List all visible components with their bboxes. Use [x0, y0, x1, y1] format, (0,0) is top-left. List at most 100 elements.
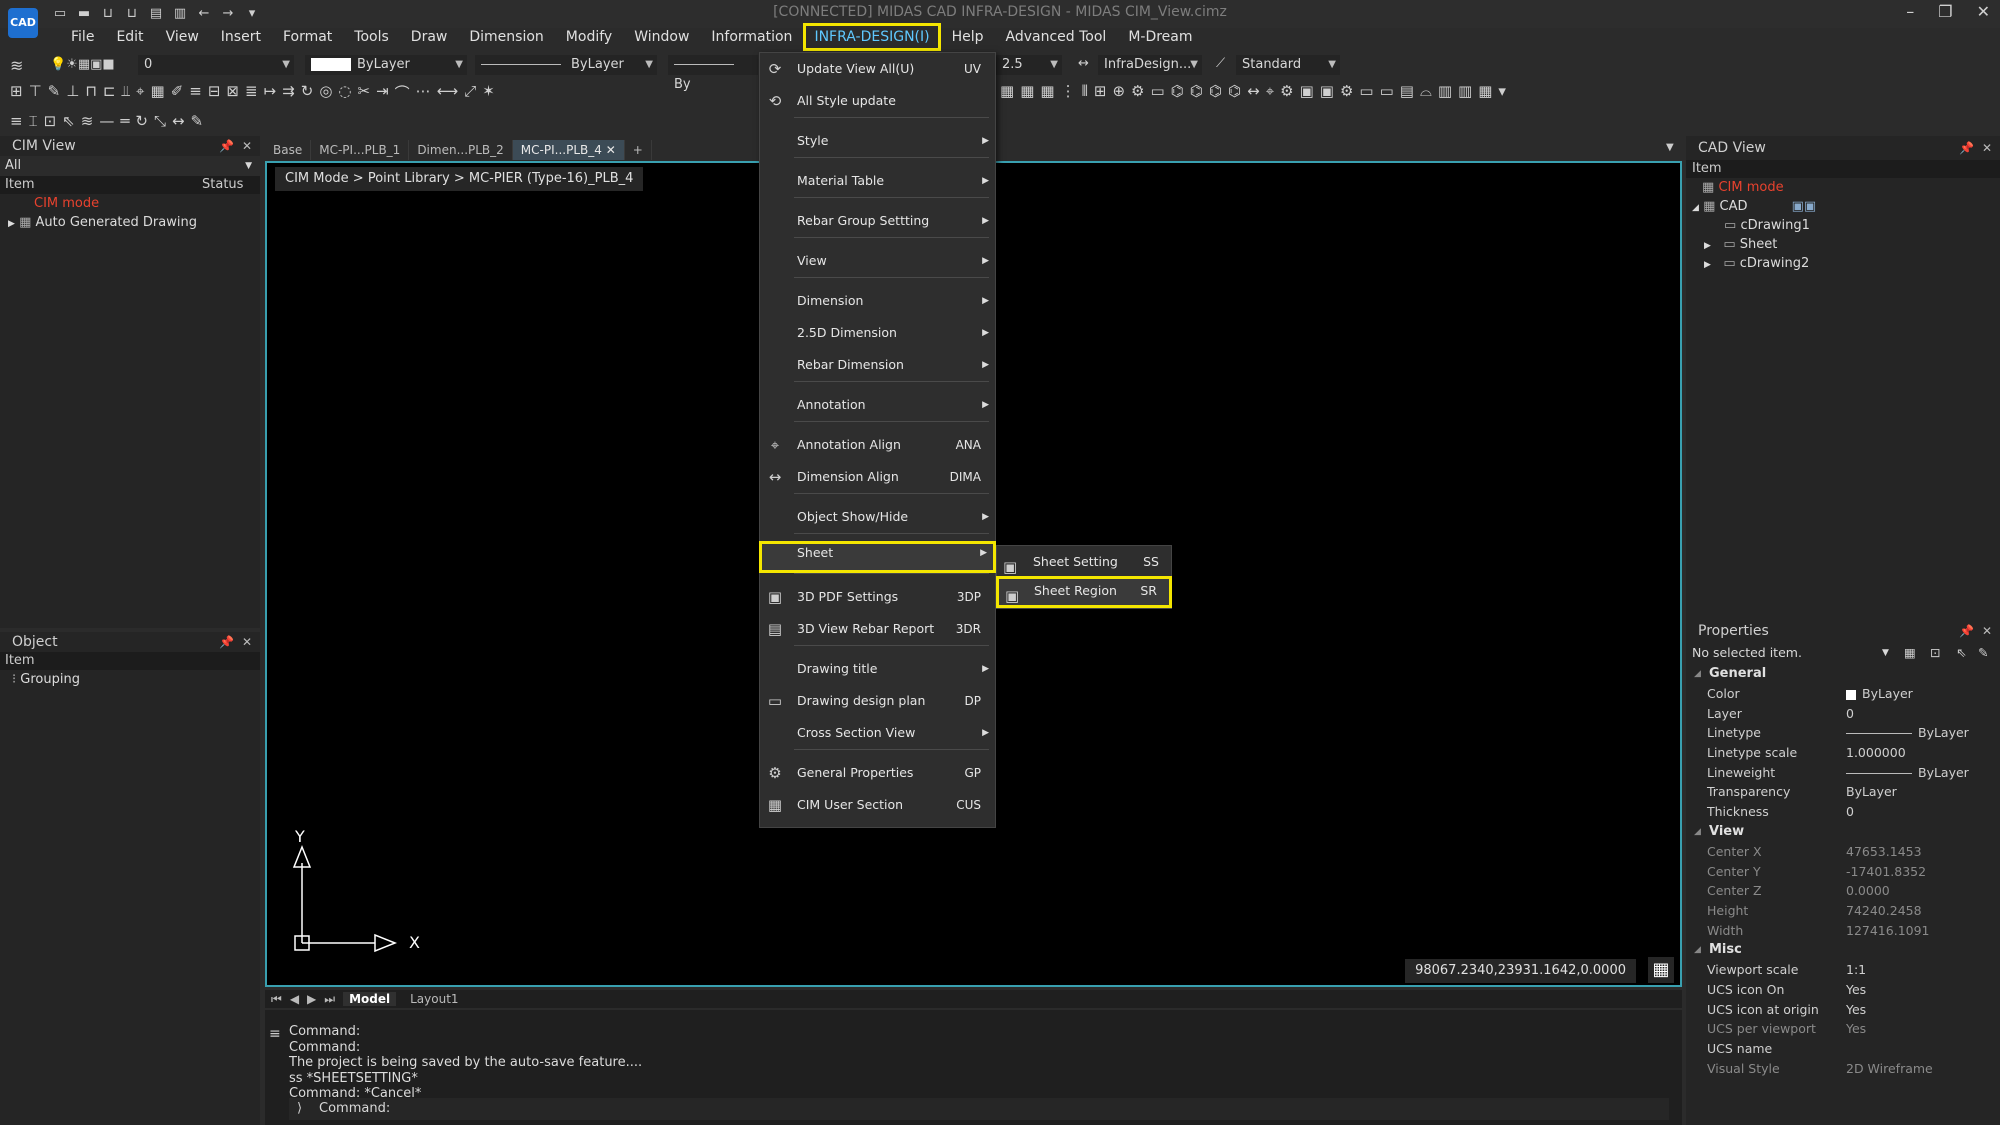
menu-item-3d-view-rebar-report[interactable]: ▤ 3D View Rebar Report 3DR	[760, 617, 995, 641]
menu-item-general-properties[interactable]: ⚙ General Properties GP	[760, 761, 995, 785]
tab-mc-pi-plb-1[interactable]: MC-PI...PLB_1	[311, 140, 410, 160]
text-style-icon[interactable]: ⟋	[1216, 56, 1225, 71]
frame-icon[interactable]: ▭	[1150, 82, 1164, 100]
edit-icon[interactable]: ✎	[191, 112, 204, 134]
cim-filter-select[interactable]: All ▼	[0, 156, 260, 176]
prop-row-height[interactable]: Height 74240.2458	[1686, 901, 2000, 921]
linetype-select[interactable]: ByLayer ▼	[475, 55, 657, 75]
table-grid-icon[interactable]: ▦	[1020, 82, 1034, 100]
gear-icon[interactable]: ⚙	[1340, 82, 1353, 100]
table-icon[interactable]: ⊟	[208, 82, 221, 106]
prop-row-ucs-icon-at-origin[interactable]: UCS icon at origin Yes	[1686, 1000, 2000, 1020]
dim-aligned-icon[interactable]: ⊥	[66, 82, 79, 106]
move-icon[interactable]: ↦	[264, 82, 277, 106]
explode-icon[interactable]: ✶	[482, 82, 495, 106]
last-tab-icon[interactable]: ⏭	[324, 992, 335, 1007]
prop-row-linetype[interactable]: Linetype ByLayer	[1686, 723, 2000, 743]
menu-item-all-style-update[interactable]: ⟲ All Style update	[760, 89, 995, 113]
frame-icon[interactable]: ▭	[1380, 82, 1394, 100]
list-icon[interactable]: ▥	[1438, 82, 1452, 100]
mirror-icon[interactable]: ⟷	[437, 82, 459, 106]
restore-icon[interactable]: ❐	[1938, 2, 1952, 21]
menu-item-dimension[interactable]: Dimension ▶	[760, 289, 995, 313]
prev-tab-icon[interactable]: ◀	[290, 992, 299, 1006]
prop-row-center-y[interactable]: Center Y -17401.8352	[1686, 862, 2000, 882]
prop-row-lineweight[interactable]: Lineweight ByLayer	[1686, 763, 2000, 783]
menu-item-sheet-setting[interactable]: ▣ Sheet Setting SS	[997, 548, 1171, 576]
pencil-icon[interactable]: ✎	[48, 82, 61, 106]
menu-item-3d-pdf-settings[interactable]: ▣ 3D PDF Settings 3DP	[760, 585, 995, 609]
menu-item-annotation-align[interactable]: ⌖ Annotation Align ANA	[760, 433, 995, 457]
select-objects-icon[interactable]: ⊡	[1930, 642, 1940, 664]
prop-row-linetype-scale[interactable]: Linetype scale 1.000000	[1686, 743, 2000, 763]
align-icon[interactable]: ⊞	[1094, 82, 1107, 100]
pin-icon[interactable]: 📌	[219, 139, 234, 153]
table-grid-icon[interactable]: ▦	[1040, 82, 1054, 100]
layer-state-icons[interactable]: 💡☀▦▣■	[50, 57, 115, 72]
expand-icon[interactable]: ▶	[1704, 260, 1711, 270]
first-tab-icon[interactable]: ⏮	[271, 992, 282, 1007]
prop-row-ucs-name[interactable]: UCS name	[1686, 1039, 2000, 1059]
leader-icon[interactable]: ⌖	[136, 82, 144, 106]
multiline-icon[interactable]: ≡	[189, 82, 202, 106]
close-icon[interactable]: ✕	[1982, 141, 1992, 155]
tab-dimen-plb-2[interactable]: Dimen...PLB_2	[409, 140, 513, 160]
close-icon[interactable]: ✕	[1977, 2, 1990, 21]
menu-item-update-view-all-u[interactable]: ⟳ Update View All(U) UV	[760, 57, 995, 81]
point-icon[interactable]: ⊞	[10, 82, 23, 106]
menu-item-drawing-title[interactable]: Drawing title ▶	[760, 657, 995, 681]
rebar-icon[interactable]: ⊠	[226, 82, 239, 106]
tree-item-cdrawing1[interactable]: ▭ cDrawing1	[1686, 216, 2000, 235]
frame-icon[interactable]: ▭	[1359, 82, 1373, 100]
grid-icon[interactable]: ▦	[1478, 82, 1492, 100]
close-icon[interactable]: ✕	[242, 139, 252, 153]
menu-insert[interactable]: Insert	[210, 24, 272, 50]
sheet-icon[interactable]: ▣	[1320, 82, 1334, 100]
menu-item-annotation[interactable]: Annotation ▶	[760, 393, 995, 417]
menu-item-rebar-dimension[interactable]: Rebar Dimension ▶	[760, 353, 995, 377]
node-icon[interactable]: ⌬	[1190, 82, 1203, 100]
close-icon[interactable]: ✕	[242, 635, 252, 649]
menu-draw[interactable]: Draw	[400, 24, 459, 50]
menu-information[interactable]: Information	[700, 24, 803, 50]
pin-icon[interactable]: 📌	[1959, 141, 1974, 155]
command-menu-icon[interactable]: ≡	[269, 1026, 281, 1042]
close-tab-icon[interactable]: ✕	[602, 143, 616, 157]
prop-row-center-x[interactable]: Center X 47653.1453	[1686, 842, 2000, 862]
menu-advanced-tool[interactable]: Advanced Tool	[995, 24, 1118, 50]
lineweight-select[interactable]: By	[668, 55, 758, 92]
list-icon[interactable]: ▥	[1458, 82, 1472, 100]
tree-item-sheet[interactable]: ▶ ▭ Sheet	[1686, 235, 2000, 254]
prop-row-layer[interactable]: Layer 0	[1686, 704, 2000, 724]
prop-row-center-z[interactable]: Center Z 0.0000	[1686, 881, 2000, 901]
menu-item-view[interactable]: View ▶	[760, 249, 995, 273]
prop-section-misc[interactable]: Misc	[1686, 940, 2000, 960]
toggle-pickadd-icon[interactable]: ✎	[1978, 642, 1988, 664]
column-icon[interactable]: ⫴	[1082, 82, 1088, 100]
object-snap-icon[interactable]: ⊡	[44, 112, 57, 134]
rotate-icon[interactable]: ↻	[301, 82, 314, 106]
prop-row-transparency[interactable]: Transparency ByLayer	[1686, 782, 2000, 802]
pin-icon[interactable]: 📌	[219, 635, 234, 649]
tree-item-cim-mode[interactable]: CIM mode	[0, 194, 260, 213]
text-style-select[interactable]: Standard ▼	[1236, 55, 1340, 75]
next-tab-icon[interactable]: ▶	[307, 992, 316, 1006]
hatch-icon[interactable]: ▦	[151, 82, 165, 106]
view-toggle-icon[interactable]: ▣▣	[1792, 199, 1817, 214]
circle-tool-icon[interactable]: ◎	[319, 82, 332, 106]
viewport-grid-icon[interactable]: ▦	[1648, 957, 1674, 983]
stretch-icon[interactable]: ⤢	[464, 82, 476, 106]
menu-dimension[interactable]: Dimension	[458, 24, 554, 50]
regen-icon[interactable]: ↻	[135, 112, 148, 134]
expand-icon[interactable]: ▶	[8, 219, 15, 229]
sheet-icon[interactable]: ▣	[1300, 82, 1314, 100]
menu-help[interactable]: Help	[941, 24, 995, 50]
dim-ordinate-icon[interactable]: ⫫	[122, 82, 130, 106]
menu-item-sheet-region[interactable]: ▣ Sheet Region SR	[996, 576, 1172, 608]
menu-format[interactable]: Format	[272, 24, 343, 50]
prop-row-visual-style[interactable]: Visual Style 2D Wireframe	[1686, 1059, 2000, 1079]
dim-style-icon[interactable]: ↔	[1078, 56, 1089, 71]
layer-select[interactable]: 0 ▼	[138, 55, 294, 75]
prop-section-general[interactable]: General	[1686, 664, 2000, 684]
extend-icon[interactable]: ⇥	[376, 82, 389, 106]
